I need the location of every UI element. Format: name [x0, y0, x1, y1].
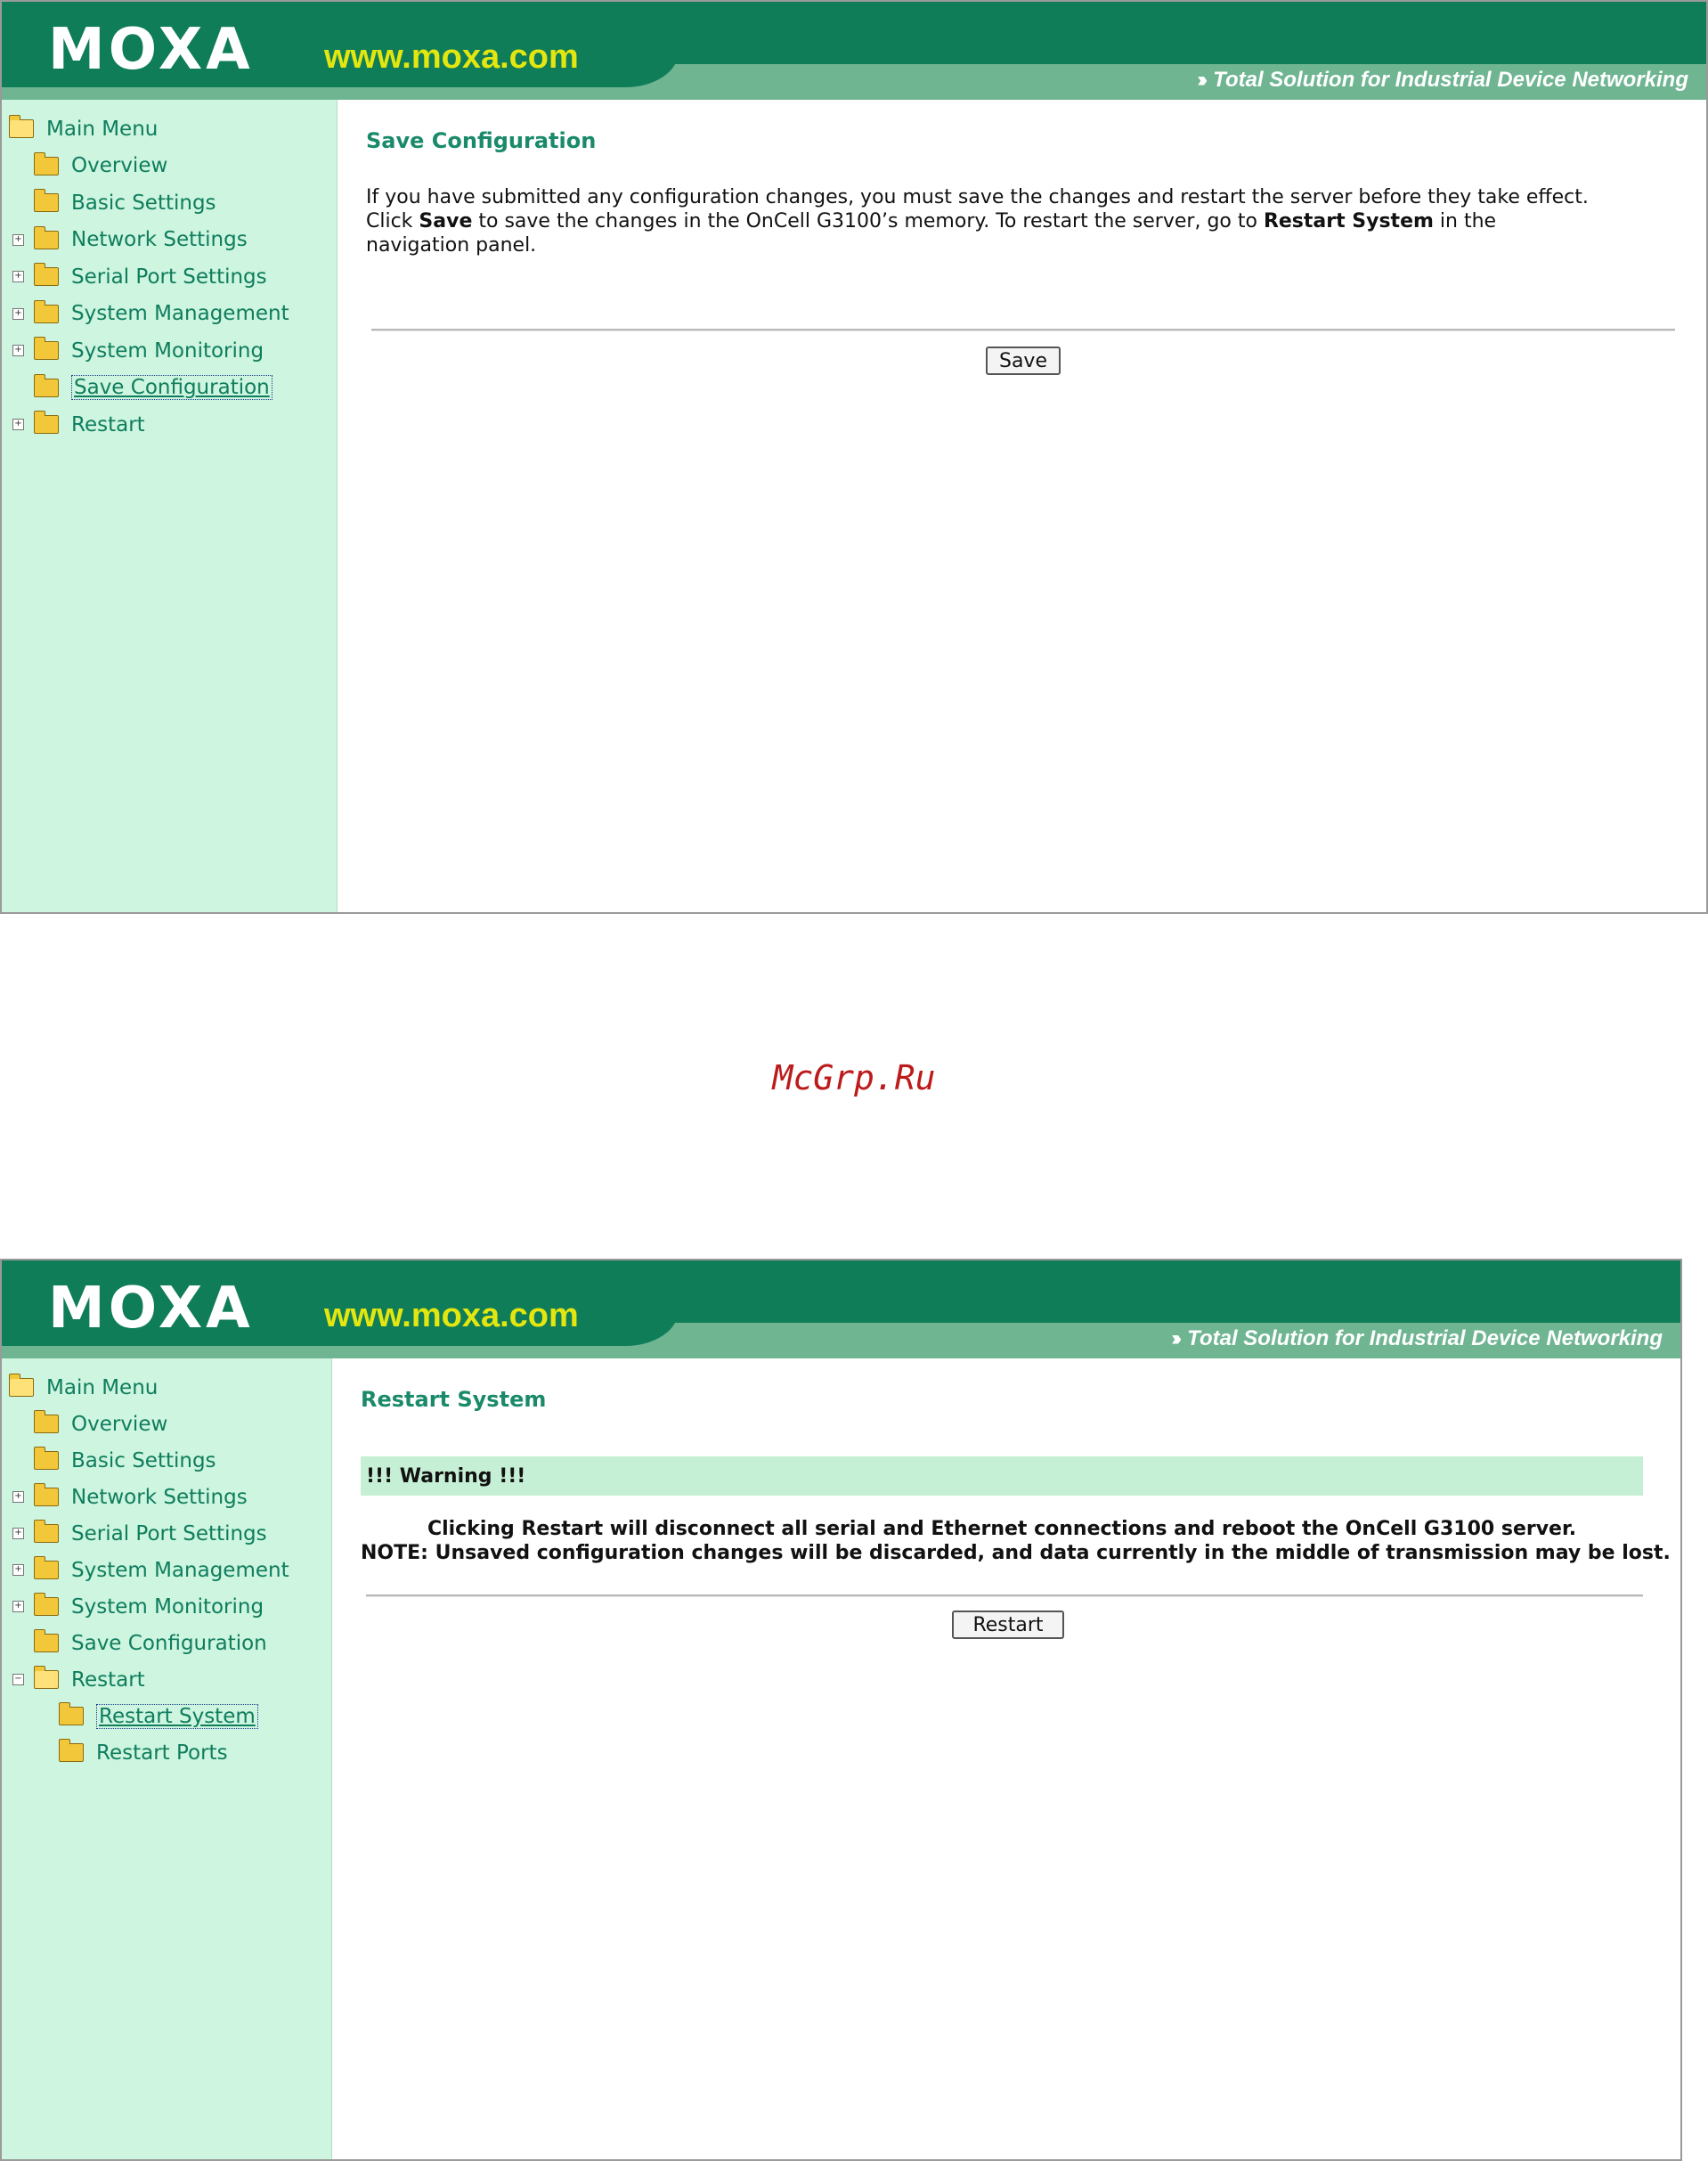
moxa-logo: MOXA [48, 1276, 254, 1341]
chevron-right-icon: ››› [1171, 1326, 1182, 1350]
menu-item-overview[interactable]: Overview [2, 1406, 331, 1442]
expand-plus-icon[interactable]: + [12, 345, 24, 357]
menu-item-overview[interactable]: Overview [2, 148, 337, 185]
collapse-minus-icon[interactable]: − [12, 1674, 24, 1685]
folder-icon [34, 225, 59, 249]
menu-item-restart-system[interactable]: Restart System [2, 1698, 331, 1734]
expand-plus-icon[interactable]: + [12, 1601, 24, 1612]
expand-plus-icon[interactable]: + [12, 1528, 24, 1539]
expand-plus-icon[interactable]: + [12, 1564, 24, 1576]
menu-item-network-settings[interactable]: + Network Settings [2, 222, 337, 259]
content-panel: Restart System !!! Warning !!! Clicking … [332, 1358, 1680, 2159]
tagline: ››› Total Solution for Industrial Device … [1197, 68, 1688, 92]
folder-icon [34, 1556, 59, 1579]
restart-system-screen: MOXA www.moxa.com ››› Total Solution for … [0, 1259, 1682, 2161]
divider [366, 1594, 1643, 1597]
folder-icon [34, 1629, 59, 1652]
folder-icon [34, 1520, 59, 1543]
folder-icon [34, 1483, 59, 1506]
expand-plus-icon[interactable]: + [12, 233, 24, 246]
divider [371, 329, 1675, 331]
folder-open-icon [34, 1666, 59, 1689]
save-button[interactable]: Save [986, 347, 1061, 375]
folder-icon [34, 373, 59, 397]
chevron-right-icon: ››› [1197, 68, 1208, 92]
menu-tree: Main Menu Overview Basic Settings + Netw… [2, 110, 337, 444]
content-panel: Save Configuration If you have submitted… [338, 100, 1706, 912]
website-link[interactable]: www.moxa.com [324, 37, 579, 77]
website-link[interactable]: www.moxa.com [324, 1296, 579, 1335]
folder-icon [34, 151, 59, 175]
folder-icon [34, 411, 59, 435]
folder-icon [34, 337, 59, 361]
menu-item-system-management[interactable]: + System Management [2, 296, 337, 333]
folder-icon [59, 1702, 84, 1725]
folder-icon [34, 1410, 59, 1433]
menu-item-restart-ports[interactable]: Restart Ports [2, 1734, 331, 1771]
menu-item-restart[interactable]: − Restart [2, 1661, 331, 1698]
folder-icon [34, 263, 59, 287]
folder-icon [34, 299, 59, 323]
menu-item-main-menu[interactable]: Main Menu [2, 1369, 331, 1406]
menu-item-network-settings[interactable]: + Network Settings [2, 1479, 331, 1515]
navigation-panel: Main Menu Overview Basic Settings + Netw… [2, 100, 338, 912]
expand-plus-icon[interactable]: + [12, 419, 24, 431]
menu-item-basic-settings[interactable]: Basic Settings [2, 1442, 331, 1479]
menu-tree: Main Menu Overview Basic Settings + Netw… [2, 1369, 331, 1771]
folder-icon [34, 1447, 59, 1470]
menu-item-basic-settings[interactable]: Basic Settings [2, 184, 337, 222]
folder-icon [59, 1739, 84, 1762]
menu-item-save-configuration[interactable]: Save Configuration [2, 370, 337, 407]
folder-icon [34, 1593, 59, 1616]
menu-item-main-menu[interactable]: Main Menu [2, 110, 337, 148]
folder-icon [34, 189, 59, 213]
page-title: Save Configuration [366, 128, 597, 153]
expand-plus-icon[interactable]: + [12, 307, 24, 320]
restart-warning-text: Clicking Restart will disconnect all ser… [361, 1518, 1671, 1564]
moxa-logo: MOXA [48, 17, 254, 83]
navigation-panel: Main Menu Overview Basic Settings + Netw… [2, 1358, 332, 2159]
menu-item-serial-port-settings[interactable]: + Serial Port Settings [2, 258, 337, 296]
save-configuration-screen: MOXA www.moxa.com ››› Total Solution for … [0, 0, 1708, 914]
expand-plus-icon[interactable]: + [12, 271, 24, 283]
folder-open-icon [9, 115, 34, 139]
expand-plus-icon[interactable]: + [12, 1491, 24, 1503]
menu-item-system-management[interactable]: + System Management [2, 1552, 331, 1588]
menu-item-save-configuration[interactable]: Save Configuration [2, 1625, 331, 1661]
instructions-text: If you have submitted any configuration … [366, 186, 1589, 257]
restart-button[interactable]: Restart [952, 1611, 1064, 1639]
tagline: ››› Total Solution for Industrial Device … [1171, 1326, 1663, 1350]
menu-item-restart[interactable]: + Restart [2, 406, 337, 444]
header-banner: MOXA www.moxa.com ››› Total Solution for … [2, 1260, 1680, 1358]
menu-item-system-monitoring[interactable]: + System Monitoring [2, 332, 337, 370]
menu-item-serial-port-settings[interactable]: + Serial Port Settings [2, 1515, 331, 1552]
watermark-text: McGrp.Ru [772, 1058, 936, 1097]
menu-item-system-monitoring[interactable]: + System Monitoring [2, 1588, 331, 1625]
warning-banner: !!! Warning !!! [361, 1456, 1643, 1496]
folder-open-icon [9, 1374, 34, 1397]
header-banner: MOXA www.moxa.com ››› Total Solution for … [2, 2, 1706, 100]
page-title: Restart System [361, 1387, 547, 1412]
